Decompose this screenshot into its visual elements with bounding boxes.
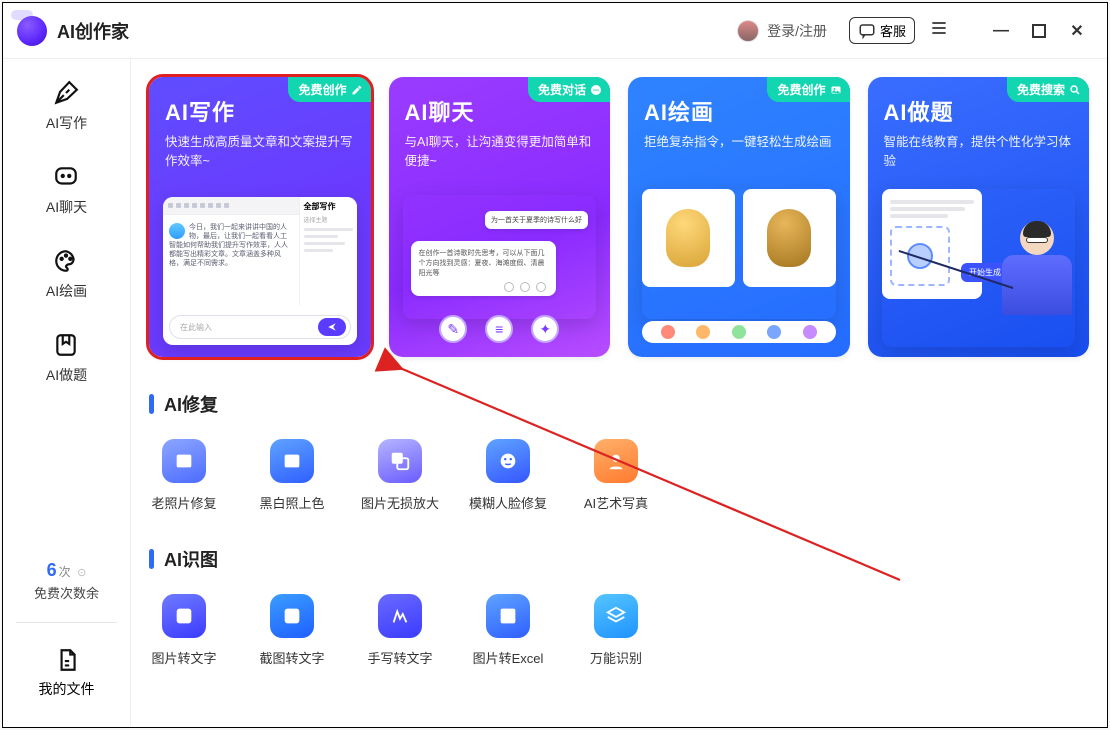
nav-ai-writing[interactable]: AI写作 xyxy=(46,79,87,133)
card-preview: 全部写作 选择主题 今日，我们一起来讲讲中国的人物，最后，让我们一起看看人工智能… xyxy=(163,197,357,345)
edit-icon xyxy=(351,84,363,96)
bookmark-icon xyxy=(52,331,80,359)
card-ai-exercise[interactable]: 免费搜索 AI做题 智能在线教育，提供个性化学习体验 开始生成 xyxy=(868,77,1090,357)
card-ai-draw[interactable]: 免费创作 AI绘画 拒绝复杂指令，一键轻松生成绘画 一个可爱的黄金小人 xyxy=(628,77,850,357)
main-content: 免费创作 AI写作 快速生成高质量文章和文案提升写作效率~ 全部写作 选择主题 xyxy=(131,59,1107,727)
user-avatar[interactable] xyxy=(737,20,759,42)
card-desc: 拒绝复杂指令，一键轻松生成绘画 xyxy=(628,133,850,152)
tool-ai-portrait[interactable]: AI艺术写真 xyxy=(581,439,651,512)
nav-label: AI做题 xyxy=(46,365,87,385)
image-icon xyxy=(830,84,842,96)
free-count-number: 6 xyxy=(47,560,57,580)
customer-service-button[interactable]: 客服 xyxy=(849,17,915,44)
card-desc: 快速生成高质量文章和文案提升写作效率~ xyxy=(149,133,371,172)
free-count-label: 免费次数余 xyxy=(34,583,99,602)
tool-lossless-upscale[interactable]: 图片无损放大 xyxy=(365,439,435,512)
tool-image-to-text[interactable]: 图片转文字 xyxy=(149,594,219,667)
chat-bubble-icon xyxy=(858,22,876,40)
nav-label: AI写作 xyxy=(46,113,87,133)
card-preview: 一个可爱的黄金小人 xyxy=(642,189,836,319)
section-title: AI识图 xyxy=(164,546,218,572)
app-title: AI创作家 xyxy=(57,18,129,44)
card-badge: 免费搜索 xyxy=(1007,77,1089,102)
login-link[interactable]: 登录/注册 xyxy=(767,21,827,41)
card-ai-writing[interactable]: 免费创作 AI写作 快速生成高质量文章和文案提升写作效率~ 全部写作 选择主题 xyxy=(149,77,371,357)
card-desc: 与AI聊天，让沟通变得更加简单和便捷~ xyxy=(389,133,611,172)
free-count[interactable]: 6次 ⊙ 免费次数余 xyxy=(34,560,99,602)
section-title: AI修复 xyxy=(164,391,218,417)
tool-screenshot-to-text[interactable]: 截图转文字 xyxy=(257,594,327,667)
app-logo xyxy=(17,16,47,46)
menu-icon xyxy=(929,18,949,38)
palette-icon xyxy=(52,247,80,275)
window-maximize-button[interactable] xyxy=(1023,15,1055,47)
tool-image-to-excel[interactable]: 图片转Excel xyxy=(473,594,543,667)
pen-nib-icon xyxy=(52,79,80,107)
tool-bw-colorize[interactable]: 黑白照上色 xyxy=(257,439,327,512)
card-desc: 智能在线教育，提供个性化学习体验 xyxy=(868,133,1090,172)
my-files-button[interactable]: 我的文件 xyxy=(39,647,95,699)
card-badge: 免费创作 xyxy=(767,77,849,102)
feature-cards-row: 免费创作 AI写作 快速生成高质量文章和文案提升写作效率~ 全部写作 选择主题 xyxy=(149,77,1089,357)
card-badge: 免费创作 xyxy=(288,77,370,102)
sidebar: AI写作 AI聊天 AI绘画 AI做题 6次 ⊙ 免费次数余 xyxy=(3,59,131,727)
dots-icon xyxy=(590,84,602,96)
tool-face-deblur[interactable]: 模糊人脸修复 xyxy=(473,439,543,512)
nav-label: AI绘画 xyxy=(46,281,87,301)
window-close-button[interactable]: ✕ xyxy=(1061,15,1093,47)
section-ai-ocr: AI识图 图片转文字 截图转文字 手写转文字 图片转Excel 万能识别 xyxy=(149,546,1089,667)
file-icon xyxy=(54,647,80,673)
nav-ai-chat[interactable]: AI聊天 xyxy=(46,163,87,217)
hamburger-menu-button[interactable] xyxy=(929,18,949,43)
nav-ai-draw[interactable]: AI绘画 xyxy=(46,247,87,301)
section-ai-repair: AI修复 老照片修复 黑白照上色 图片无损放大 模糊人脸修复 AI艺术写真 xyxy=(149,391,1089,512)
search-icon xyxy=(1069,84,1081,96)
chat-icon xyxy=(52,163,80,191)
tool-universal-ocr[interactable]: 万能识别 xyxy=(581,594,651,667)
titlebar: AI创作家 登录/注册 客服 — ✕ xyxy=(3,3,1107,59)
nav-label: AI聊天 xyxy=(46,197,87,217)
card-preview: 开始生成 xyxy=(882,189,1076,347)
tool-handwriting-to-text[interactable]: 手写转文字 xyxy=(365,594,435,667)
card-ai-chat[interactable]: 免费对话 AI聊天 与AI聊天，让沟通变得更加简单和便捷~ 为一首关于夏季的诗写… xyxy=(389,77,611,357)
window-minimize-button[interactable]: — xyxy=(985,15,1017,47)
tool-old-photo-repair[interactable]: 老照片修复 xyxy=(149,439,219,512)
teacher-illustration xyxy=(991,217,1083,357)
card-preview: 为一首关于夏季的诗写什么好 在创作一首诗歌时先思考，可以从下面几个方向找到灵感：… xyxy=(403,195,597,319)
nav-ai-exercise[interactable]: AI做题 xyxy=(46,331,87,385)
card-badge: 免费对话 xyxy=(528,77,610,102)
refresh-icon: ⊙ xyxy=(77,567,86,579)
